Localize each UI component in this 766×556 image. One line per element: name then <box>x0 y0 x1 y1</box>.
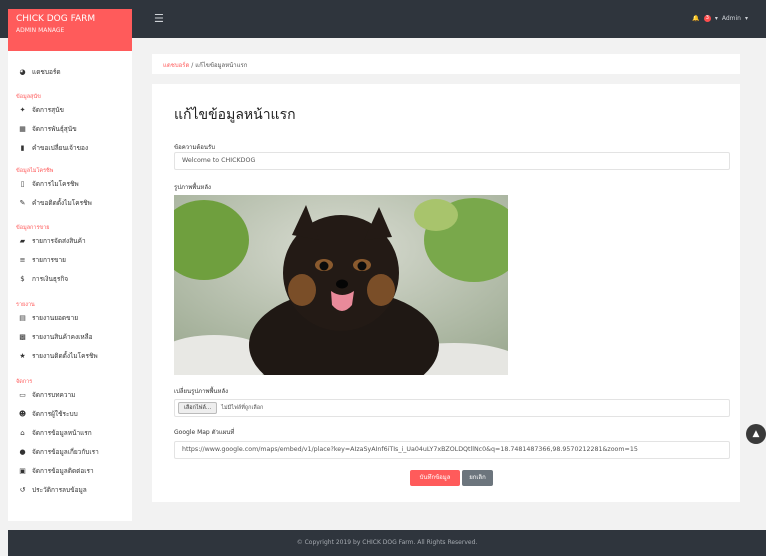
sidebar-section-title: รายงาน <box>16 302 35 308</box>
footer: © Copyright 2019 by CHICK DOG Farm. All … <box>8 530 766 556</box>
chevron-down-icon: ▾ <box>714 15 718 22</box>
sidebar-item-label: รายงานยอดขาย <box>32 314 79 322</box>
sidebar-item-deletion-history[interactable]: ↺ ประวัติการลบข้อมูล <box>18 485 87 495</box>
sidebar-item-contact[interactable]: ▣ จัดการข้อมูลติดต่อเรา <box>18 466 94 476</box>
box-icon: ▩ <box>19 333 26 341</box>
sidebar-item-owner-change[interactable]: ▮ คำขอเปลี่ยนเจ้าของ <box>18 143 89 153</box>
choose-file-button[interactable]: เลือกไฟล์... <box>178 402 218 414</box>
sidebar-item-label: จัดการข้อมูลหน้าแรก <box>32 429 92 437</box>
google-map-label: Google Map ตัวแผนที่ <box>174 429 235 436</box>
no-file-text: ไม่มีไฟล์ที่ถูกเลือก <box>221 405 264 411</box>
page-title: แก้ไขข้อมูลหน้าแรก <box>174 107 296 123</box>
sidebar-item-label: รายการขาย <box>32 256 66 264</box>
address-card-icon: ▣ <box>19 467 26 475</box>
menu-toggle-icon[interactable]: ☰ <box>154 13 164 24</box>
user-area[interactable]: 🔔 3 ▾ Admin ▾ <box>692 15 748 22</box>
users-icon: ☻ <box>18 410 27 418</box>
puppy-photo <box>174 195 508 375</box>
notification-badge: 3 <box>703 15 711 22</box>
sidebar-item-label: รายการจัดส่งสินค้า <box>32 237 86 245</box>
sidebar-item-microchip-requests[interactable]: ✎ คำขอติดตั้งไมโครชิพ <box>18 198 92 208</box>
sidebar-item-breeds[interactable]: ▦ จัดการพันธุ์สุนัข <box>18 124 77 134</box>
sidebar-item-label: จัดการไมโครชิพ <box>32 180 79 188</box>
sidebar-section-title: ข้อมูลไมโครชิพ <box>16 168 54 174</box>
sidebar-item-label: จัดการสุนัข <box>32 106 64 114</box>
sidebar-item-shipping[interactable]: ▰ รายการจัดส่งสินค้า <box>18 236 86 246</box>
bell-icon[interactable]: 🔔 <box>692 15 699 22</box>
sidebar-item-finance[interactable]: $ การเงินธุรกิจ <box>18 274 68 284</box>
background-image-label: รูปภาพพื้นหลัง <box>174 184 211 191</box>
welcome-input[interactable]: Welcome to CHICKDOG <box>174 152 730 170</box>
truck-icon: ▰ <box>19 237 26 245</box>
sidebar-item-sales[interactable]: ≡ รายการขาย <box>18 255 66 265</box>
brand-logo[interactable]: CHICK DOG FARM ADMIN MANAGE <box>8 9 132 51</box>
background-file-input[interactable]: เลือกไฟล์... ไม่มีไฟล์ที่ถูกเลือก <box>174 399 730 417</box>
sidebar-item-label: รายงานสินค้าคงเหลือ <box>32 333 93 341</box>
sidebar-item-label: จัดการข้อมูลติดต่อเรา <box>32 467 94 475</box>
file-icon: ▤ <box>19 314 26 322</box>
sidebar-item-label: ประวัติการลบข้อมูล <box>32 486 87 494</box>
sidebar: ◕ แดชบอร์ด ข้อมูลสุนัข ✦ จัดการสุนัข ▦ จัด… <box>8 51 132 521</box>
sidebar-item-label: จัดการพันธุ์สุนัข <box>32 125 77 133</box>
sidebar-item-label: คำขอเปลี่ยนเจ้าของ <box>32 144 89 152</box>
change-background-label: เปลี่ยนรูปภาพพื้นหลัง <box>174 388 229 395</box>
chevron-up-icon: ▲ <box>752 429 760 439</box>
chevron-down-icon: ▾ <box>744 15 748 22</box>
brand-title: CHICK DOG FARM <box>16 14 96 24</box>
sidebar-item-about[interactable]: ● จัดการข้อมูลเกี่ยวกับเรา <box>18 447 99 457</box>
sidebar-section-title: จัดการ <box>16 379 33 385</box>
breadcrumb: แดชบอร์ด / แก้ไขข้อมูลหน้าแรก <box>152 54 740 74</box>
sidebar-item-homepage[interactable]: ⌂ จัดการข้อมูลหน้าแรก <box>18 428 92 438</box>
sidebar-item-microchips[interactable]: ▯ จัดการไมโครชิพ <box>18 179 79 189</box>
newspaper-icon: ▭ <box>19 391 26 399</box>
breadcrumb-home-link[interactable]: แดชบอร์ด <box>163 62 189 69</box>
chip-icon: ▯ <box>20 180 25 188</box>
dashboard-icon: ◕ <box>19 68 26 76</box>
sidebar-item-label: การเงินธุรกิจ <box>32 275 69 283</box>
scroll-to-top-button[interactable]: ▲ <box>746 424 766 444</box>
sidebar-item-articles[interactable]: ▭ จัดการบทความ <box>18 390 75 400</box>
welcome-label: ข้อความต้อนรับ <box>174 144 216 151</box>
sidebar-section-title: ข้อมูลสุนัข <box>16 94 41 100</box>
sidebar-item-microchip-report[interactable]: ★ รายงานติดตั้งไมโครชิพ <box>18 351 98 361</box>
sidebar-item-dogs[interactable]: ✦ จัดการสุนัข <box>18 105 64 115</box>
sidebar-item-label: คำขอติดตั้งไมโครชิพ <box>32 199 92 207</box>
breadcrumb-current: แก้ไขข้อมูลหน้าแรก <box>195 62 248 69</box>
table-icon: ▦ <box>19 125 26 133</box>
sidebar-item-label: จัดการผู้ใช้ระบบ <box>32 410 78 418</box>
home-icon: ⌂ <box>20 429 25 437</box>
background-image-preview <box>174 195 508 375</box>
sidebar-item-stock-report[interactable]: ▩ รายงานสินค้าคงเหลือ <box>18 332 93 342</box>
breadcrumb-separator: / <box>191 62 194 69</box>
pen-icon: ✎ <box>19 199 26 207</box>
brand-subtitle: ADMIN MANAGE <box>16 27 65 34</box>
sidebar-item-label: รายงานติดตั้งไมโครชิพ <box>32 352 98 360</box>
info-icon: ● <box>19 448 26 456</box>
sidebar-section-title: ข้อมูลการขาย <box>16 225 50 231</box>
sidebar-item-sales-report[interactable]: ▤ รายงานยอดขาย <box>18 313 78 323</box>
cancel-button[interactable]: ยกเลิก <box>462 470 493 486</box>
sidebar-item-label: จัดการข้อมูลเกี่ยวกับเรา <box>32 448 99 456</box>
list-icon: ≡ <box>19 256 26 264</box>
sidebar-item-dashboard[interactable]: ◕ แดชบอร์ด <box>18 67 61 77</box>
save-button[interactable]: บันทึกข้อมูล <box>410 470 460 486</box>
star-icon: ★ <box>19 352 26 360</box>
dollar-icon: $ <box>20 275 25 283</box>
sidebar-item-users[interactable]: ☻ จัดการผู้ใช้ระบบ <box>18 409 78 419</box>
history-icon: ↺ <box>19 486 26 494</box>
paw-icon: ✦ <box>19 106 26 114</box>
bookmark-icon: ▮ <box>20 144 25 152</box>
sidebar-item-label: แดชบอร์ด <box>32 68 61 76</box>
sidebar-item-label: จัดการบทความ <box>32 391 76 399</box>
user-name[interactable]: Admin <box>722 15 741 22</box>
edit-homepage-panel: แก้ไขข้อมูลหน้าแรก ข้อความต้อนรับ Welcom… <box>152 84 740 502</box>
google-map-input[interactable]: https://www.google.com/maps/embed/v1/pla… <box>174 441 730 459</box>
